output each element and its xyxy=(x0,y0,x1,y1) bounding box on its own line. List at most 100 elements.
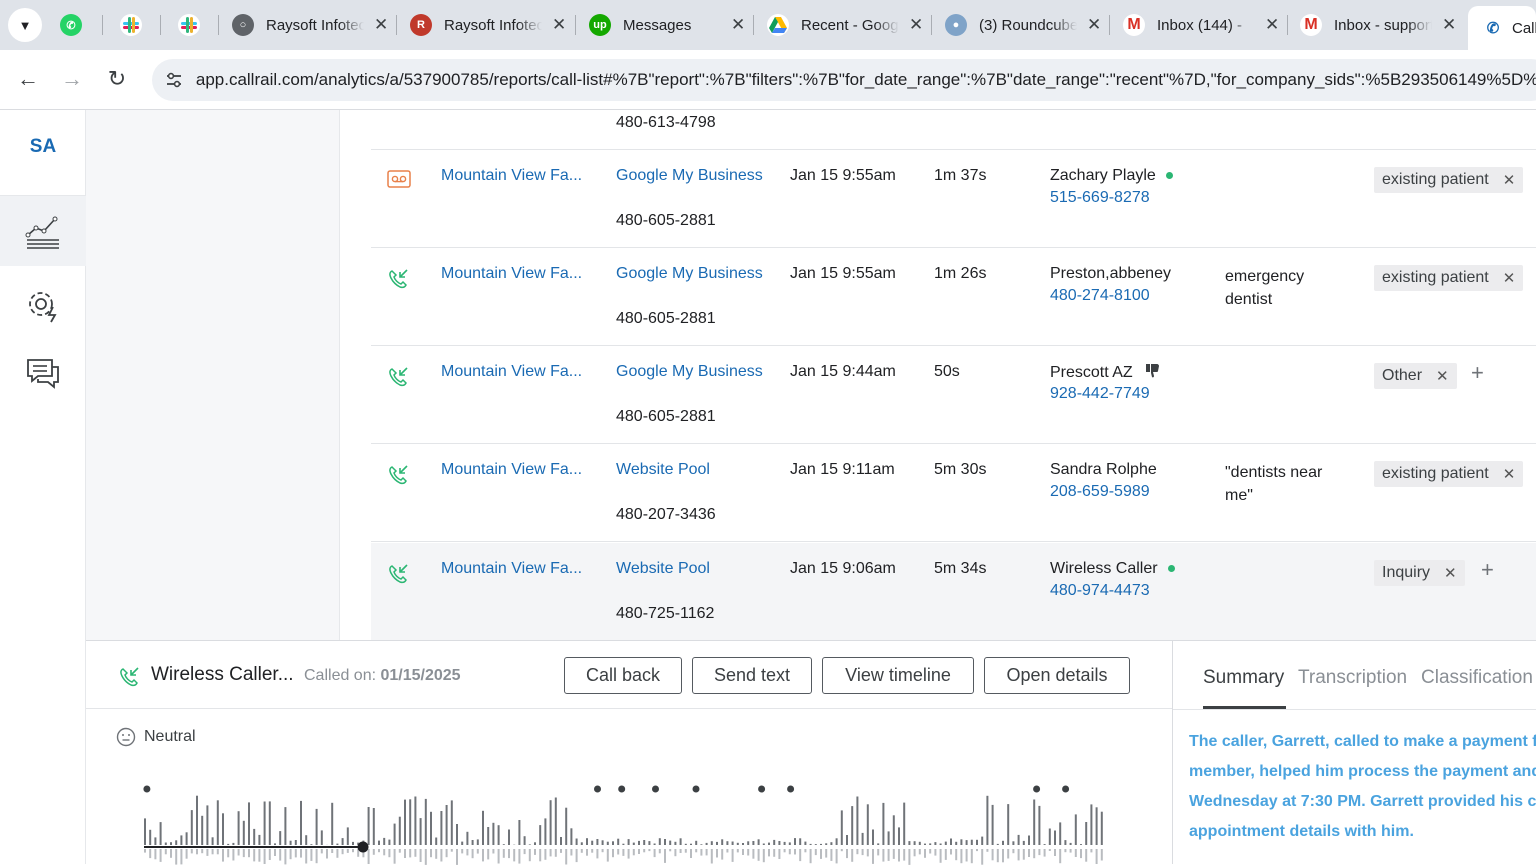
close-tab-icon[interactable]: ✕ xyxy=(552,15,566,35)
tab-roundcube[interactable]: ● (3) Roundcube ✕ xyxy=(945,8,1105,42)
tag-label: existing patient xyxy=(1382,269,1489,287)
table-row-selected[interactable]: Mountain View Fa... Website Pool 480-725… xyxy=(371,543,1536,640)
waveform-bar xyxy=(841,810,843,845)
close-tab-icon[interactable]: ✕ xyxy=(374,15,388,35)
waveform-marker[interactable] xyxy=(652,786,659,793)
tab-classification[interactable]: Classification xyxy=(1421,667,1533,689)
table-row[interactable]: Mountain View Fa... Website Pool 480-207… xyxy=(371,444,1536,542)
company-link[interactable]: Mountain View Fa... xyxy=(441,560,582,578)
close-tab-icon[interactable]: ✕ xyxy=(731,15,745,35)
url-text[interactable]: app.callrail.com/analytics/a/537900785/r… xyxy=(196,70,1536,90)
tab-callrail-active[interactable]: ✆ Call xyxy=(1468,6,1536,50)
tab-search-button[interactable]: ▼ xyxy=(8,8,42,42)
audio-waveform[interactable] xyxy=(141,781,1121,865)
add-tag-button[interactable]: + xyxy=(1471,360,1484,386)
account-avatar[interactable]: SA xyxy=(0,136,86,158)
waveform-bar xyxy=(768,849,770,856)
tab-messages[interactable]: up Messages ✕ xyxy=(589,8,749,42)
close-tab-icon[interactable]: ✕ xyxy=(1442,15,1456,35)
open-details-button[interactable]: Open details xyxy=(984,657,1130,694)
call-date: Jan 15 9:11am xyxy=(790,461,895,479)
waveform-bar xyxy=(430,812,432,845)
caller-name-text: Prescott AZ xyxy=(1050,364,1133,381)
waveform-marker[interactable] xyxy=(693,786,700,793)
caller-phone-link[interactable]: 480-974-4473 xyxy=(1050,582,1150,600)
remove-tag-icon[interactable]: ✕ xyxy=(1444,564,1457,582)
back-arrow-icon[interactable]: ← xyxy=(15,66,41,92)
waveform-marker[interactable] xyxy=(758,786,765,793)
site-settings-icon[interactable] xyxy=(162,68,186,92)
sidebar-item-conversations[interactable] xyxy=(0,338,86,408)
caller-phone-link[interactable]: 515-669-8278 xyxy=(1050,189,1150,207)
waveform-bar xyxy=(321,849,323,853)
caller-phone-link[interactable]: 208-659-5989 xyxy=(1050,483,1150,501)
waveform-bar xyxy=(955,842,957,845)
source-link[interactable]: Website Pool xyxy=(616,461,710,479)
waveform-bar xyxy=(820,844,822,845)
call-duration: 5m 34s xyxy=(934,560,986,578)
company-link[interactable]: Mountain View Fa... xyxy=(441,461,582,479)
playback-handle[interactable] xyxy=(358,842,369,853)
waveform-bar xyxy=(1018,835,1020,845)
tab-google-drive[interactable]: Recent - Google Drive ✕ xyxy=(767,8,927,42)
reload-icon[interactable]: ↻ xyxy=(104,66,130,92)
tab-transcription[interactable]: Transcription xyxy=(1298,667,1407,689)
call-back-button[interactable]: Call back xyxy=(564,657,682,694)
tab-whatsapp[interactable]: ✆ xyxy=(60,8,90,42)
tab-raysoft-2[interactable]: R Raysoft Infotech ✕ xyxy=(410,8,570,42)
waveform-bar xyxy=(768,843,770,845)
tab-raysoft-1[interactable]: ○ Raysoft Infotech ✕ xyxy=(232,8,392,42)
waveform-marker[interactable] xyxy=(143,786,150,793)
waveform-marker[interactable] xyxy=(1062,786,1069,793)
waveform-bar xyxy=(778,841,780,845)
waveform-bar xyxy=(711,841,713,845)
source-link[interactable]: Google My Business xyxy=(616,167,763,185)
waveform-bar xyxy=(846,849,848,858)
tab-slack-1[interactable] xyxy=(120,8,150,42)
waveform-bar xyxy=(524,836,526,845)
table-row[interactable]: Mountain View Fa... Google My Business 4… xyxy=(371,248,1536,346)
sidebar-item-settings[interactable] xyxy=(0,270,86,340)
close-tab-icon[interactable]: ✕ xyxy=(1265,15,1279,35)
waveform-bar xyxy=(1054,831,1056,846)
remove-tag-icon[interactable]: ✕ xyxy=(1436,367,1449,385)
close-tab-icon[interactable]: ✕ xyxy=(909,15,923,35)
tab-slack-2[interactable] xyxy=(178,8,208,42)
caller-phone-link[interactable]: 928-442-7749 xyxy=(1050,385,1150,403)
waveform-bar xyxy=(903,803,905,845)
waveform-bar xyxy=(685,849,687,853)
add-tag-button[interactable]: + xyxy=(1481,557,1494,583)
source-link[interactable]: Website Pool xyxy=(616,560,710,578)
source-link[interactable]: Google My Business xyxy=(616,363,763,381)
view-timeline-button[interactable]: View timeline xyxy=(822,657,974,694)
waveform-bar xyxy=(893,849,895,859)
forward-arrow-icon[interactable]: → xyxy=(59,66,85,92)
company-link[interactable]: Mountain View Fa... xyxy=(441,265,582,283)
remove-tag-icon[interactable]: ✕ xyxy=(1503,171,1516,189)
tab-summary[interactable]: Summary xyxy=(1203,667,1284,689)
url-bar[interactable]: app.callrail.com/analytics/a/537900785/r… xyxy=(152,59,1536,101)
send-text-button[interactable]: Send text xyxy=(692,657,812,694)
sidebar-item-analytics[interactable] xyxy=(0,196,86,266)
waveform-marker[interactable] xyxy=(787,786,794,793)
waveform-bar xyxy=(264,802,266,846)
waveform-bar xyxy=(622,849,624,856)
caller-phone-link[interactable]: 480-274-8100 xyxy=(1050,287,1150,305)
remove-tag-icon[interactable]: ✕ xyxy=(1503,465,1516,483)
source-link[interactable]: Google My Business xyxy=(616,265,763,283)
tab-gmail-support[interactable]: M Inbox - support ✕ xyxy=(1300,8,1460,42)
tab-gmail-inbox[interactable]: M Inbox (144) - ✕ xyxy=(1123,8,1283,42)
waveform-bar xyxy=(908,849,910,865)
table-row[interactable]: Mountain View Fa... Google My Business 4… xyxy=(371,346,1536,444)
close-tab-icon[interactable]: ✕ xyxy=(1087,15,1101,35)
waveform-marker[interactable] xyxy=(618,786,625,793)
remove-tag-icon[interactable]: ✕ xyxy=(1503,269,1516,287)
waveform-bar xyxy=(669,849,671,851)
company-link[interactable]: Mountain View Fa... xyxy=(441,167,582,185)
table-row[interactable]: Mountain View Fa... Google My Business 4… xyxy=(371,150,1536,248)
waveform-marker[interactable] xyxy=(594,786,601,793)
waveform-bar xyxy=(284,807,286,845)
company-link[interactable]: Mountain View Fa... xyxy=(441,363,582,381)
waveform-bar xyxy=(716,842,718,845)
waveform-marker[interactable] xyxy=(1033,786,1040,793)
